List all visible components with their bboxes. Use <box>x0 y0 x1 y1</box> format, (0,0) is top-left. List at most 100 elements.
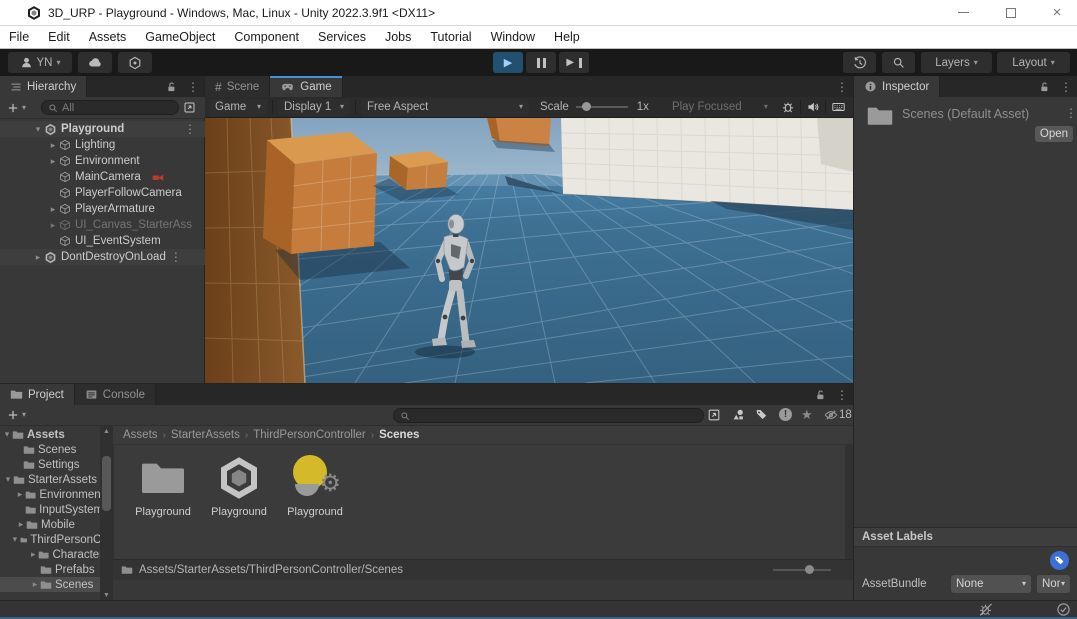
hidden-packages-count[interactable]: 18 <box>824 408 852 422</box>
close-button[interactable]: × <box>1040 0 1074 25</box>
layers-dropdown[interactable]: Layers ▾ <box>921 52 992 73</box>
breadcrumb-assets[interactable]: Assets <box>123 429 158 441</box>
menu-help[interactable]: Help <box>554 30 580 44</box>
scroll-up-icon[interactable]: ▲ <box>103 428 110 435</box>
account-dropdown[interactable]: YN ▾ <box>8 52 72 73</box>
display-dropdown[interactable]: Display 1▾ <box>278 99 350 116</box>
assetbundle-variant-dropdown[interactable]: None▾ <box>1037 575 1070 593</box>
cloud-button[interactable] <box>78 52 112 73</box>
project-tree-thirdpersoncontroller[interactable]: ▾ ThirdPersonController <box>0 532 100 547</box>
kebab-menu-icon[interactable]: ⋮ <box>170 251 182 263</box>
open-button[interactable]: Open <box>1035 126 1073 142</box>
tree-scrollbar[interactable]: ▲ ▼ <box>100 426 113 601</box>
play-button[interactable]: ▶ <box>493 52 523 73</box>
project-tree-mobile[interactable]: ▸ Mobile <box>0 517 100 532</box>
tab-scene[interactable]: # Scene <box>205 76 270 97</box>
menu-component[interactable]: Component <box>234 30 299 44</box>
asset-labels-header[interactable]: Asset Labels <box>854 527 1077 547</box>
project-tree-starterassets[interactable]: ▾ StarterAssets <box>0 472 100 487</box>
hierarchy-item-ui-eventsystem[interactable]: UI_EventSystem <box>0 233 205 249</box>
view-target-dropdown[interactable]: Game▾ <box>209 99 267 116</box>
scale-slider[interactable] <box>576 106 628 108</box>
hierarchy-scene-playground[interactable]: ▾ Playground ⋮ <box>0 121 205 137</box>
play-focused-dropdown[interactable]: Play Focused▾ <box>666 99 774 116</box>
scroll-down-icon[interactable]: ▼ <box>103 592 110 599</box>
maximize-button[interactable] <box>994 0 1028 25</box>
add-gameobject-icon[interactable] <box>7 102 19 114</box>
tab-console[interactable]: Console <box>75 384 156 405</box>
menu-services[interactable]: Services <box>318 30 366 44</box>
hierarchy-item-lighting[interactable]: ▸ Lighting <box>0 137 205 153</box>
tab-game[interactable]: Game <box>270 76 342 97</box>
asset-tile-playground-lighting[interactable]: ⚙ Playground <box>282 454 348 518</box>
foldout-closed-icon[interactable]: ▸ <box>33 252 43 263</box>
lock-icon[interactable] <box>160 76 182 97</box>
project-search-input[interactable] <box>393 408 704 423</box>
foldout-closed-icon[interactable]: ▸ <box>48 220 58 231</box>
breadcrumb-scenes[interactable]: Scenes <box>379 429 419 441</box>
project-tree-inputsystem[interactable]: InputSystem <box>0 502 100 517</box>
minimize-button[interactable] <box>946 0 980 25</box>
breadcrumb-starterassets[interactable]: StarterAssets <box>171 429 240 441</box>
kebab-menu-icon[interactable]: ⋮ <box>831 76 853 97</box>
progress-status-icon[interactable] <box>1056 602 1071 617</box>
project-tree-environment[interactable]: ▸ Environment <box>0 487 100 502</box>
tab-hierarchy[interactable]: Hierarchy <box>0 76 87 97</box>
kebab-menu-icon[interactable]: ⋮ <box>184 123 196 135</box>
project-tree-assets[interactable]: ▾ Assets <box>0 427 100 442</box>
search-everywhere-button[interactable] <box>882 52 915 73</box>
asset-tile-playground-scene[interactable]: Playground <box>206 454 272 518</box>
hierarchy-item-ui-canvas[interactable]: ▸ UI_Canvas_StarterAss <box>0 217 205 233</box>
menu-tutorial[interactable]: Tutorial <box>430 30 471 44</box>
kebab-menu-icon[interactable]: ⋮ <box>1055 76 1077 97</box>
open-in-search-icon[interactable] <box>707 408 721 422</box>
undo-history-button[interactable] <box>843 52 876 73</box>
breadcrumb-thirdpersoncontroller[interactable]: ThirdPersonController <box>253 429 366 441</box>
asset-tile-playground-folder[interactable]: Playground <box>130 454 196 518</box>
tab-project[interactable]: Project <box>0 384 75 405</box>
foldout-closed-icon[interactable]: ▸ <box>48 204 58 215</box>
layout-dropdown[interactable]: Layout ▾ <box>997 52 1070 73</box>
save-search-icon[interactable]: ★ <box>801 407 813 423</box>
kebab-menu-icon[interactable]: ⋮ <box>1065 107 1077 119</box>
slider-thumb[interactable] <box>805 565 814 574</box>
menu-file[interactable]: File <box>9 30 29 44</box>
kebab-menu-icon[interactable]: ⋮ <box>831 384 853 405</box>
search-by-type-icon[interactable] <box>731 408 745 422</box>
game-viewport[interactable] <box>205 118 853 383</box>
stats-keyboard-icon[interactable] <box>831 100 846 114</box>
add-label-button[interactable] <box>1050 551 1069 570</box>
hierarchy-item-maincamera[interactable]: MainCamera <box>0 169 205 185</box>
foldout-open-icon[interactable]: ▾ <box>33 124 43 135</box>
menu-assets[interactable]: Assets <box>89 30 127 44</box>
mute-audio-icon[interactable] <box>806 100 820 114</box>
content-scrollbar[interactable] <box>845 445 853 559</box>
hierarchy-scene-dontdestroyonload[interactable]: ▸ DontDestroyOnLoad ⋮ <box>0 249 205 265</box>
menu-window[interactable]: Window <box>491 30 535 44</box>
add-dropdown-caret[interactable]: ▾ <box>22 104 26 112</box>
unity-hub-button[interactable] <box>118 52 152 73</box>
menu-gameobject[interactable]: GameObject <box>145 30 215 44</box>
picker-icon[interactable] <box>183 101 196 114</box>
tab-inspector[interactable]: Inspector <box>854 76 940 97</box>
slider-thumb[interactable] <box>582 102 591 111</box>
project-tree-scenes-selected[interactable]: ▸ Scenes <box>0 577 113 592</box>
project-tree-settings[interactable]: Settings <box>0 457 100 472</box>
menu-edit[interactable]: Edit <box>48 30 70 44</box>
thumbnail-size-slider[interactable] <box>773 569 831 571</box>
scrollbar-thumb[interactable] <box>102 456 111 511</box>
step-button[interactable]: ▶ <box>559 52 589 73</box>
hierarchy-item-environment[interactable]: ▸ Environment <box>0 153 205 169</box>
add-asset-icon[interactable] <box>7 409 19 421</box>
aspect-ratio-dropdown[interactable]: Free Aspect▾ <box>361 99 529 116</box>
foldout-closed-icon[interactable]: ▸ <box>48 156 58 167</box>
hierarchy-item-playerfollowcamera[interactable]: PlayerFollowCamera <box>0 185 205 201</box>
import-log-icon[interactable]: ! <box>779 408 792 421</box>
menu-jobs[interactable]: Jobs <box>385 30 411 44</box>
project-tree-prefabs[interactable]: Prefabs <box>0 562 100 577</box>
hierarchy-search-input[interactable]: All <box>41 100 179 115</box>
foldout-closed-icon[interactable]: ▸ <box>48 140 58 151</box>
add-dropdown-caret[interactable]: ▾ <box>22 411 26 419</box>
kebab-menu-icon[interactable]: ⋮ <box>182 76 204 97</box>
pause-button[interactable] <box>526 52 556 73</box>
